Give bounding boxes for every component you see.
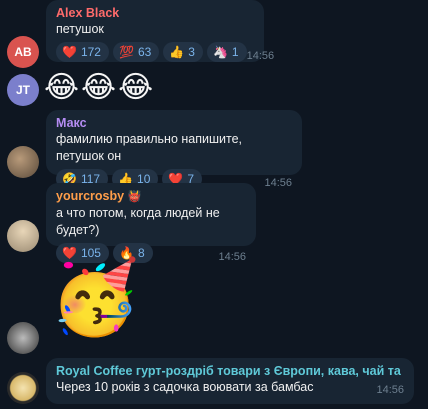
message-time: 14:56: [264, 177, 292, 189]
reactions: ❤️ 172 💯 63 👍 3 🦄 1: [56, 42, 247, 62]
sender-name[interactable]: Royal Coffee гурт-роздріб товари з Європ…: [56, 363, 404, 379]
avatar-yourcrosby[interactable]: [7, 220, 39, 252]
message-text: Через 10 років з садочка воювати за бамб…: [56, 380, 314, 394]
message-text: фамилию правильно напишите, петушок он: [56, 132, 242, 163]
avatar-maks[interactable]: [7, 146, 39, 178]
thumbs-up-icon: 👍: [169, 45, 185, 59]
message-time: 14:56: [218, 251, 246, 263]
reaction-unicorn[interactable]: 🦄 1: [206, 42, 247, 62]
unicorn-icon: 🦄: [212, 45, 228, 59]
message-bubble[interactable]: Royal Coffee гурт-роздріб товари з Європ…: [46, 358, 414, 404]
reaction-hundred[interactable]: 💯 63: [112, 42, 160, 62]
sender-badge-icon: 👹: [127, 191, 142, 203]
avatar-royal-coffee[interactable]: [7, 372, 39, 404]
reaction-count: 172: [80, 45, 101, 59]
reaction-count: 1: [231, 45, 239, 59]
message-text: а что потом, когда людей не будет?): [56, 206, 220, 237]
message-bubble[interactable]: yourcrosby 👹 а что потом, когда людей не…: [46, 183, 256, 263]
sender-name[interactable]: Alex Black: [56, 5, 254, 21]
message-bubble[interactable]: Макс фамилию правильно напишите, петушок…: [46, 110, 302, 189]
avatar-initials: JT: [15, 83, 30, 97]
party-face-sticker[interactable]: 🥳: [50, 262, 140, 334]
reaction-count: 3: [188, 45, 195, 59]
avatar-jt[interactable]: JT: [7, 74, 39, 106]
sender-name[interactable]: Макс: [56, 115, 292, 131]
reaction-heart[interactable]: ❤️ 172: [56, 42, 109, 62]
avatar-unknown[interactable]: [7, 322, 39, 354]
hundred-icon: 💯: [118, 45, 134, 59]
emoji-message[interactable]: 😂😂😂: [44, 73, 155, 103]
message-time: 14:56: [246, 50, 275, 62]
message-time: 14:56: [376, 384, 404, 396]
message-text: петушок: [56, 22, 104, 36]
reaction-thumbs-up[interactable]: 👍 3: [163, 42, 203, 62]
avatar-initials: AB: [14, 45, 32, 59]
sender-name[interactable]: yourcrosby 👹: [56, 188, 246, 205]
message-bubble[interactable]: Alex Black петушок ❤️ 172 💯 63 👍 3 🦄 1 1…: [46, 0, 274, 62]
reaction-count: 63: [137, 45, 152, 59]
avatar-alex-black[interactable]: AB: [7, 36, 39, 68]
sender-name-text: yourcrosby: [56, 189, 125, 203]
heart-icon: ❤️: [62, 45, 77, 59]
